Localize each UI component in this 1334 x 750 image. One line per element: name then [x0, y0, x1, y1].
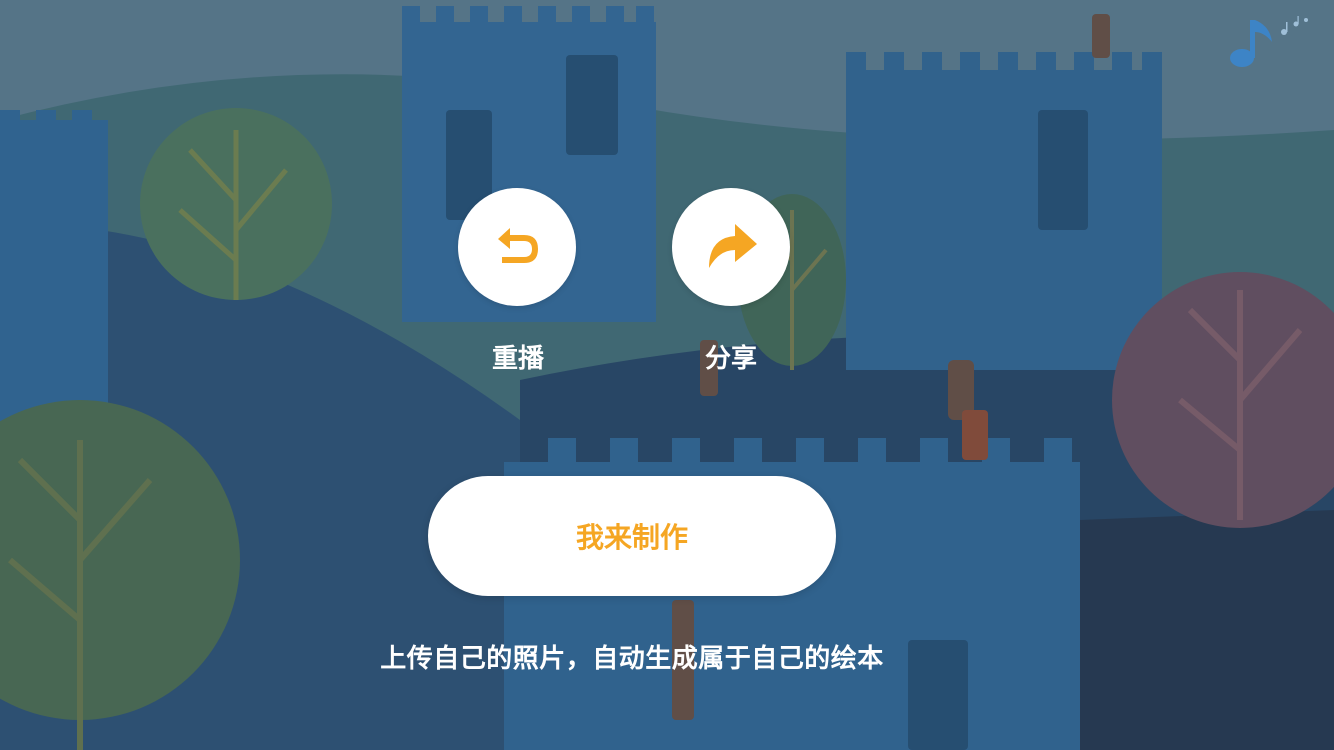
upload-photo-hint: 上传自己的照片，自动生成属于自己的绘本	[380, 644, 884, 674]
make-my-own-label: 我来制作	[575, 521, 688, 554]
share-arrow-icon	[709, 224, 757, 268]
share-button[interactable]	[672, 188, 790, 306]
music-toggle-button[interactable]	[1224, 12, 1316, 74]
make-my-own-button[interactable]: 我来制作	[428, 476, 836, 596]
replay-label: 重播	[491, 344, 544, 374]
music-note-icon	[1230, 16, 1308, 67]
share-label: 分享	[704, 344, 757, 374]
replay-button[interactable]	[458, 188, 576, 306]
replay-arrow-icon	[498, 228, 538, 263]
